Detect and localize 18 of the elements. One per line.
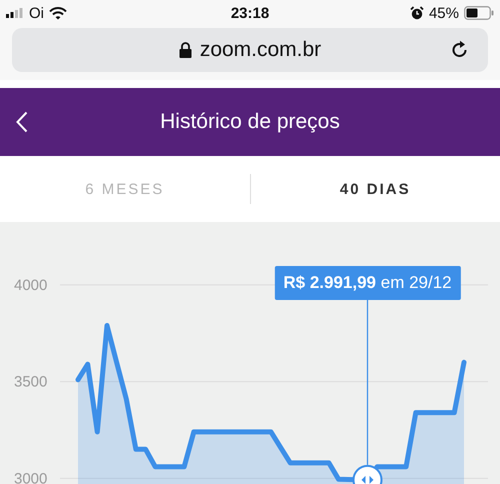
alarm-icon [410,6,424,20]
battery-icon [464,6,494,20]
y-axis-label: 3500 [14,374,48,391]
status-time: 23:18 [230,4,270,22]
battery-percent: 45% [428,4,459,22]
carrier-name: Oi [29,4,44,22]
signal-icon [6,8,24,18]
slider-handle[interactable] [352,464,382,484]
page-title: Histórico de preços [160,110,340,134]
wifi-icon [49,6,67,20]
y-axis-label: 3000 [14,470,48,484]
address-bar[interactable]: zoom.com.br [12,28,488,72]
lock-icon [178,42,192,58]
back-icon[interactable] [16,111,28,133]
price-tooltip: R$ 2.991,99 em 29/12 [274,266,461,300]
period-tab[interactable]: 40 DIAS [250,156,500,222]
y-axis-label: 4000 [14,276,48,294]
url-text: zoom.com.br [200,38,322,62]
